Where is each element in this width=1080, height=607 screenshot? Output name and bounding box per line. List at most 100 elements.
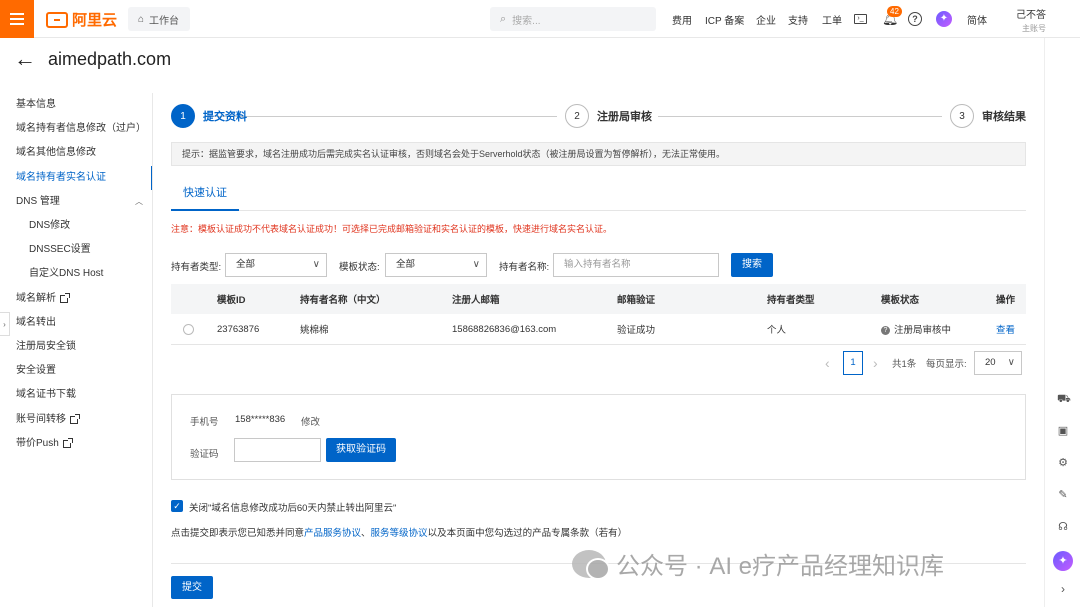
holder-type-value: 全部 <box>236 259 256 270</box>
sidebar-group-dns[interactable]: DNS 管理 ︿ <box>0 190 153 214</box>
page-header: ← aimedpath.com <box>14 48 171 70</box>
headset-icon[interactable]: ☊ <box>1057 521 1069 533</box>
sidebar-item-dnssec[interactable]: DNSSEC设置 <box>0 238 153 262</box>
chevron-right-icon[interactable]: › <box>0 312 10 336</box>
holder-type-label: 持有者类型: <box>171 262 222 273</box>
page-title: aimedpath.com <box>48 48 172 69</box>
column-header: 邮箱验证 <box>617 295 656 306</box>
verification-code-input[interactable] <box>234 438 321 462</box>
sidebar-item-basic-info[interactable]: 基本信息 <box>0 93 153 117</box>
sidebar-item-label: DNSSEC设置 <box>29 244 91 256</box>
tab-quick-verify[interactable]: 快速认证 <box>171 176 239 211</box>
search-input[interactable]: ⌕ 搜索... <box>490 7 656 31</box>
nav-support[interactable]: 支持 <box>788 0 808 38</box>
sidebar-item-label: 安全设置 <box>16 365 56 377</box>
get-code-button[interactable]: 获取验证码 <box>326 438 396 462</box>
per-page-select[interactable]: 20 ∨ <box>974 351 1022 375</box>
sidebar-item-dns-resolve[interactable]: 域名解析 <box>0 287 153 311</box>
registrant-email: 15868826836@163.com <box>452 323 557 335</box>
sidebar-item-custom-dns-host[interactable]: 自定义DNS Host <box>0 262 153 286</box>
sidebar-item-realname[interactable]: 域名持有者实名认证 <box>0 165 153 190</box>
back-arrow-icon[interactable]: ← <box>14 48 36 70</box>
template-table: 模板ID 持有者名称（中文） 注册人邮箱 邮箱验证 持有者类型 模板状态 操作 … <box>171 284 1026 345</box>
phone-label: 手机号 <box>190 417 219 428</box>
modify-phone-link[interactable]: 修改 <box>301 414 320 428</box>
verification-panel <box>171 394 1026 480</box>
workbench-label: 工作台 <box>149 15 180 27</box>
assistant-icon[interactable]: ✦ <box>936 0 952 38</box>
tab-bar: 快速认证 <box>171 176 1026 211</box>
workbench-button[interactable]: ⌂ 工作台 <box>128 7 190 31</box>
prev-page-icon[interactable]: ‹ <box>825 351 830 375</box>
search-icon: ⌕ <box>500 12 507 25</box>
assistant-icon[interactable]: ✦ <box>1053 551 1073 571</box>
terms-prefix: 点击提交即表示您已知悉并同意 <box>171 528 305 539</box>
user-menu[interactable]: 己不答 主账号 <box>1010 6 1046 34</box>
aliyun-logo[interactable]: 阿里云 <box>46 9 117 30</box>
sidebar-item-account-transfer[interactable]: 账号间转移 <box>0 407 153 431</box>
view-link[interactable]: 查看 <box>996 322 1015 336</box>
sidebar-item-label: 域名持有者信息修改（过户） <box>16 123 146 135</box>
holder-name-input[interactable]: 输入持有者名称 <box>553 253 719 277</box>
sidebar-item-other-info[interactable]: 域名其他信息修改 <box>0 141 153 165</box>
menu-icon[interactable] <box>0 0 34 38</box>
holder-name: 姚棉棉 <box>300 325 329 336</box>
column-header: 注册人邮箱 <box>452 295 500 306</box>
step-number: 2 <box>565 104 589 128</box>
submit-button[interactable]: 提交 <box>171 576 213 599</box>
sidebar-item-security[interactable]: 安全设置 <box>0 359 153 383</box>
chevron-down-icon: ∨ <box>472 259 480 270</box>
chevron-right-icon[interactable]: › <box>1057 583 1069 595</box>
language-switch[interactable]: 简体 <box>967 0 987 38</box>
step-connector <box>657 116 942 117</box>
terminal-icon[interactable]: ›_ <box>854 0 867 38</box>
nav-enterprise[interactable]: 企业 <box>756 0 776 38</box>
column-header: 模板ID <box>217 295 246 306</box>
consent-checkbox[interactable]: ✓ <box>171 500 183 512</box>
step-label: 注册局审核 <box>597 111 652 123</box>
terms-suffix: 以及本页面中您勾选过的产品专属条款（若有） <box>427 528 628 539</box>
template-status-select[interactable]: 全部 ∨ <box>385 253 487 277</box>
watermark: 公众号 · AI e疗产品经理知识库 <box>572 546 944 581</box>
column-header: 模板状态 <box>881 295 920 306</box>
page-number-current[interactable]: 1 <box>843 351 863 375</box>
sidebar-item-dns-modify[interactable]: DNS修改 <box>0 214 153 238</box>
step-number: 3 <box>950 104 974 128</box>
nav-icp[interactable]: ICP 备案 <box>705 0 744 38</box>
sla-link[interactable]: 服务等级协议 <box>371 528 428 539</box>
home-icon: ⌂ <box>138 13 145 25</box>
holder-type-select[interactable]: 全部 ∨ <box>225 253 327 277</box>
calculator-icon[interactable]: ▣ <box>1057 425 1069 437</box>
gear-icon[interactable]: ⚙ <box>1057 457 1069 469</box>
cart-icon[interactable]: ⛟ <box>1057 393 1071 405</box>
sidebar-item-registry-lock[interactable]: 注册局安全锁 <box>0 335 153 359</box>
table-row[interactable]: 23763876 姚棉棉 15868826836@163.com 验证成功 个人… <box>171 314 1026 345</box>
help-icon[interactable]: ? <box>908 0 922 38</box>
edit-icon[interactable]: ✎ <box>1057 489 1069 501</box>
sidebar-item-label: 域名证书下载 <box>16 389 76 401</box>
template-id: 23763876 <box>217 323 260 335</box>
per-page-value: 20 <box>985 357 996 368</box>
table-header: 模板ID 持有者名称（中文） 注册人邮箱 邮箱验证 持有者类型 模板状态 操作 <box>171 284 1026 314</box>
search-button[interactable]: 搜索 <box>731 253 773 277</box>
sidebar-item-transfer-out[interactable]: 域名转出 <box>0 311 153 335</box>
column-header: 持有者类型 <box>767 295 815 306</box>
step-submit: 1 提交资料 <box>171 104 247 128</box>
sidebar-item-label: DNS修改 <box>29 220 71 232</box>
service-agreement-link[interactable]: 产品服务协议 <box>304 528 361 539</box>
column-header: 持有者名称（中文） <box>300 295 386 306</box>
step-registry-review: 2 注册局审核 <box>565 104 658 128</box>
logo-text: 阿里云 <box>72 12 118 29</box>
step-number: 1 <box>171 104 195 128</box>
chevron-down-icon: ∨ <box>1007 357 1015 368</box>
sidebar-item-paid-push[interactable]: 带价Push <box>0 432 153 456</box>
sidebar-item-cert-download[interactable]: 域名证书下载 <box>0 383 153 407</box>
nav-billing[interactable]: 费用 <box>672 0 692 38</box>
nav-ticket[interactable]: 工单 <box>822 0 842 38</box>
chevron-up-icon: ︿ <box>135 196 143 206</box>
question-icon[interactable]: ? <box>881 325 890 335</box>
next-page-icon[interactable]: › <box>873 351 878 375</box>
row-radio[interactable] <box>183 323 194 335</box>
sidebar-item-holder-transfer[interactable]: 域名持有者信息修改（过户） <box>0 117 153 141</box>
total-count: 共1条 <box>892 359 917 370</box>
